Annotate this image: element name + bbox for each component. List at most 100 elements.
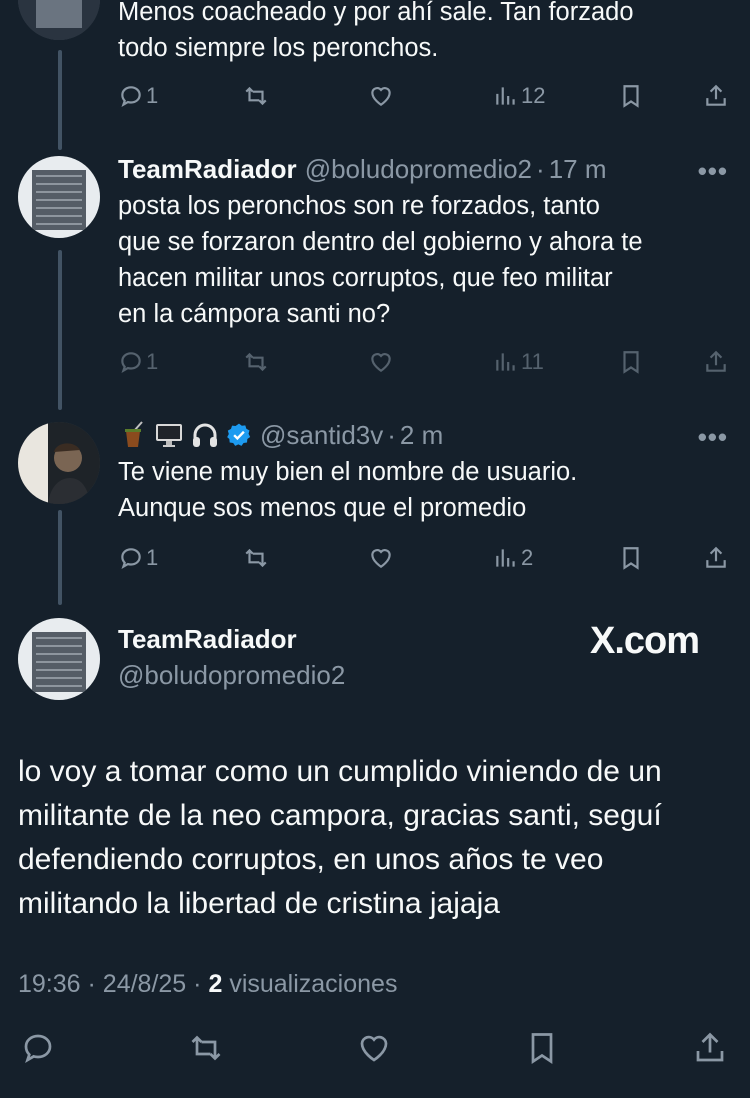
like-button[interactable] (368, 545, 394, 571)
tweet-text: Menos coacheado y por ahí sale. Tan forz… (118, 0, 728, 66)
reply-button[interactable]: 1 (118, 349, 158, 375)
reply-icon (121, 352, 141, 374)
share-icon (706, 350, 726, 372)
heart-icon (371, 87, 391, 106)
thread-line (58, 50, 62, 150)
text-line: militante de la neo campora, gracias san… (18, 799, 662, 832)
text-line: hacen militar unos corruptos, que feo mi… (118, 264, 613, 292)
retweet-button[interactable] (188, 1030, 224, 1071)
avatar[interactable] (18, 422, 100, 504)
separator: · (387, 420, 396, 450)
tweet-text: lo voy a tomar como un cumplido viniendo… (18, 750, 730, 926)
views-count: 11 (521, 349, 544, 374)
like-button[interactable] (356, 1030, 392, 1071)
retweet-button[interactable] (243, 83, 269, 109)
timestamp[interactable]: 2 m (400, 419, 443, 451)
chart-icon (496, 87, 515, 105)
retweet-icon (245, 548, 267, 568)
handle[interactable]: @boludopromedio2 (118, 660, 345, 691)
tweet-text: posta los peronchos son re forzados, tan… (118, 188, 728, 332)
share-icon (706, 84, 726, 106)
views-count: 12 (521, 83, 546, 108)
text-line: militando la libertad de cristina jajaja (18, 887, 500, 920)
tweet-header: TeamRadiador @boludopromedio2 · 17 m (118, 153, 607, 185)
views-count: 2 (521, 545, 534, 570)
separator: · (193, 970, 202, 998)
computer-emoji (156, 424, 182, 447)
more-options-button[interactable]: ••• (698, 156, 728, 187)
verified-badge-icon (227, 423, 251, 446)
headphones-emoji (193, 423, 217, 447)
chart-icon (496, 353, 515, 371)
text-line: posta los peronchos son re forzados, tan… (118, 192, 600, 220)
text-line: que se forzaron dentro del gobierno y ah… (118, 228, 643, 256)
xcom-watermark: X.com (590, 620, 700, 662)
bookmark-icon (531, 1033, 553, 1065)
text-line: Menos coacheado y por ahí sale. Tan forz… (118, 0, 634, 26)
retweet-icon (245, 86, 267, 106)
share-button[interactable] (692, 1030, 728, 1071)
tweet-header: @santid3v · 2 m (118, 419, 443, 451)
heart-icon (371, 353, 391, 372)
retweet-icon (191, 1035, 221, 1061)
bookmark-button[interactable] (524, 1030, 560, 1071)
retweet-icon (245, 352, 267, 372)
views-button[interactable]: 12 (493, 83, 545, 109)
like-button[interactable] (368, 349, 394, 375)
heart-icon (360, 1035, 388, 1062)
bookmark-icon (623, 85, 639, 108)
bookmark-button[interactable] (618, 349, 644, 375)
heart-icon (371, 549, 391, 568)
avatar[interactable] (18, 0, 100, 40)
retweet-button[interactable] (243, 349, 269, 375)
more-options-button[interactable]: ••• (698, 422, 728, 453)
bookmark-icon (623, 547, 639, 570)
tweet-time[interactable]: 19:36 (18, 970, 81, 998)
reply-count: 1 (146, 545, 159, 570)
avatar[interactable] (18, 618, 100, 700)
text-line: en la cámpora santi no? (118, 300, 391, 328)
reply-tweet[interactable]: TeamRadiador @boludopromedio2 · 17 m •••… (0, 150, 750, 400)
retweet-button[interactable] (243, 545, 269, 571)
action-bar: 1 12 (118, 76, 730, 116)
action-bar: 1 11 (118, 342, 730, 382)
reply-count: 1 (146, 83, 159, 108)
reply-button[interactable]: 1 (118, 83, 158, 109)
bookmark-button[interactable] (618, 545, 644, 571)
share-icon (696, 1032, 724, 1062)
reply-icon (24, 1034, 52, 1063)
views-count: 2 (208, 970, 223, 998)
separator: · (536, 154, 545, 184)
bookmark-button[interactable] (618, 83, 644, 109)
chart-icon (496, 549, 515, 567)
tweet-date[interactable]: 24/8/25 (103, 970, 186, 998)
handle[interactable]: @boludopromedio2 (305, 153, 532, 185)
display-name[interactable]: TeamRadiador (118, 153, 297, 185)
share-button[interactable] (703, 83, 729, 109)
handle[interactable]: @santid3v (260, 419, 383, 451)
action-bar: 1 2 (118, 538, 730, 578)
tweet-text: Te viene muy bien el nombre de usuario. … (118, 454, 728, 526)
reply-button[interactable]: 1 (118, 545, 158, 571)
reply-count: 1 (146, 349, 159, 374)
reply-icon (121, 548, 141, 570)
like-button[interactable] (368, 83, 394, 109)
reply-button[interactable] (20, 1030, 56, 1071)
text-line: Aunque sos menos que el promedio (118, 494, 527, 522)
text-line: todo siempre los peronchos. (118, 34, 439, 62)
views-button[interactable]: 2 (493, 545, 533, 571)
text-line: defendiendo corruptos, en unos años te v… (18, 843, 604, 876)
timestamp[interactable]: 17 m (549, 153, 607, 185)
reply-tweet[interactable]: @santid3v · 2 m ••• Te viene muy bien el… (0, 416, 750, 606)
separator: · (87, 970, 96, 998)
avatar[interactable] (18, 156, 100, 238)
reply-icon (121, 86, 141, 108)
views-button[interactable]: 11 (493, 349, 544, 375)
views-label: visualizaciones (229, 970, 398, 998)
bookmark-icon (623, 351, 639, 374)
tweet-meta: 19:36 · 24/8/25 · 2 visualizaciones (18, 970, 397, 999)
share-button[interactable] (703, 349, 729, 375)
display-name[interactable]: TeamRadiador (118, 624, 297, 655)
mate-emoji (125, 421, 143, 447)
share-button[interactable] (703, 545, 729, 571)
